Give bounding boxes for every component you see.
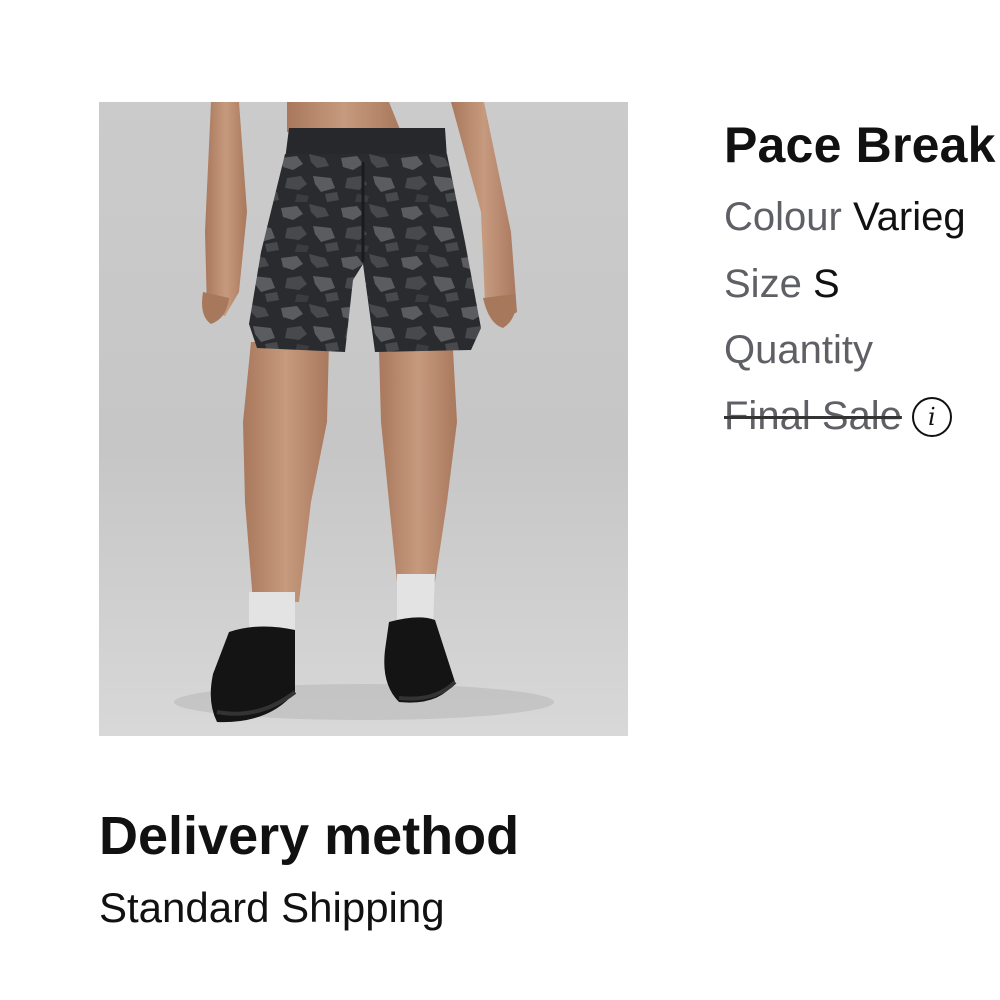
size-value: S: [812, 262, 840, 306]
order-item-page: Pace Break Colour Varieg Size S Quantity…: [0, 0, 1000, 1000]
colour-label: Colour: [724, 195, 842, 239]
size-label: Size: [724, 262, 802, 306]
info-circle-icon[interactable]: i: [911, 397, 952, 437]
product-image[interactable]: [99, 102, 628, 736]
quantity-label: Quantity: [724, 328, 873, 372]
product-title[interactable]: Pace Break: [724, 116, 996, 174]
product-photo: [99, 102, 628, 736]
colour-value: Varieg: [852, 195, 966, 239]
delivery-method-heading: Delivery method: [99, 806, 520, 866]
size-row: Size S: [724, 262, 840, 306]
colour-row: Colour Varieg: [724, 195, 966, 239]
final-sale-row: Final Sale i: [724, 394, 952, 438]
delivery-method-value: Standard Shipping: [99, 884, 445, 931]
final-sale-label: Final Sale: [724, 394, 902, 438]
quantity-row: Quantity: [724, 328, 873, 372]
